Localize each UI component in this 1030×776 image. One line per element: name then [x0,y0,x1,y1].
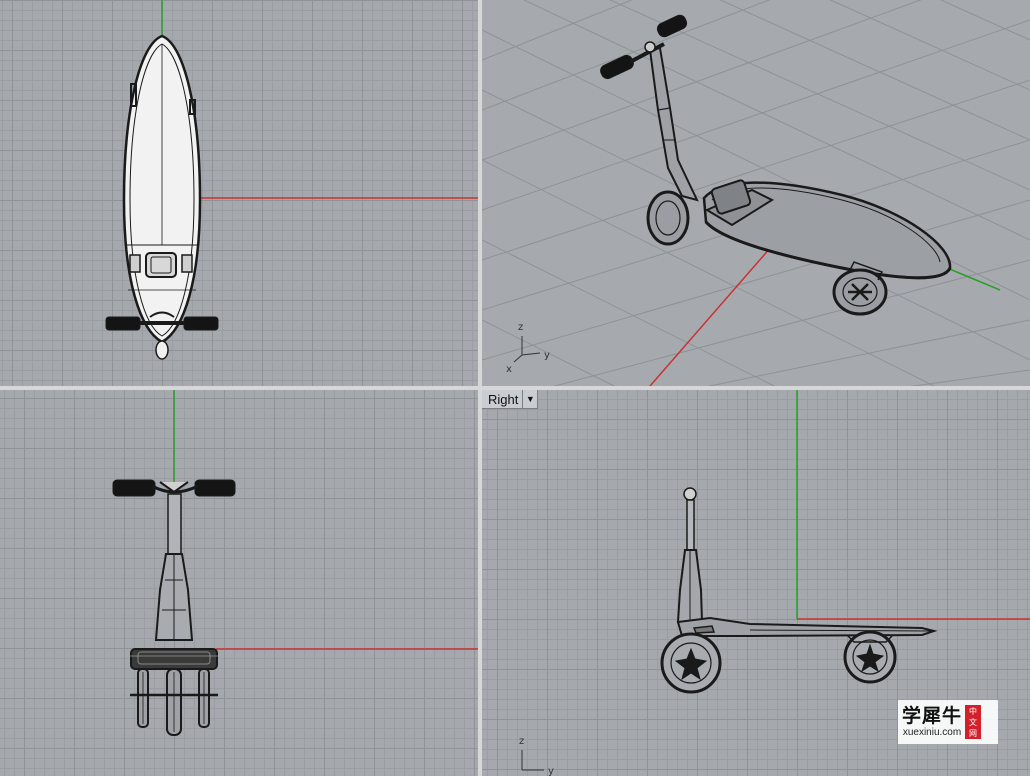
top-view-canvas[interactable] [0,0,478,386]
watermark-chinese-text: 学犀牛 [902,705,963,727]
axis-label-x: x [506,364,512,375]
watermark-logo: 学犀牛 xuexiniu.com 中 文 网 [898,700,998,744]
watermark-seal: 中 文 网 [965,705,982,739]
seal-char-3: 网 [969,728,978,738]
seal-char-2: 文 [969,717,978,727]
axis-label-z: z [518,322,523,333]
axis-label-y: y [548,766,554,776]
seal-char-1: 中 [969,706,978,716]
axis-label-y: y [544,350,550,361]
axis-triad: z y [519,736,554,776]
front-view-canvas[interactable] [0,390,478,776]
front-viewport[interactable] [0,390,478,776]
watermark-url: xuexiniu.com [902,727,962,738]
perspective-view-canvas[interactable]: z y x [482,0,1030,386]
scooter-right-view [660,487,938,694]
axis-triad: z y x [506,322,550,375]
scooter-front-view [112,479,236,736]
perspective-viewport[interactable]: z y x [482,0,1030,386]
axis-label-z: z [519,736,524,747]
top-viewport[interactable] [0,0,478,386]
scooter-top-view [105,34,219,360]
